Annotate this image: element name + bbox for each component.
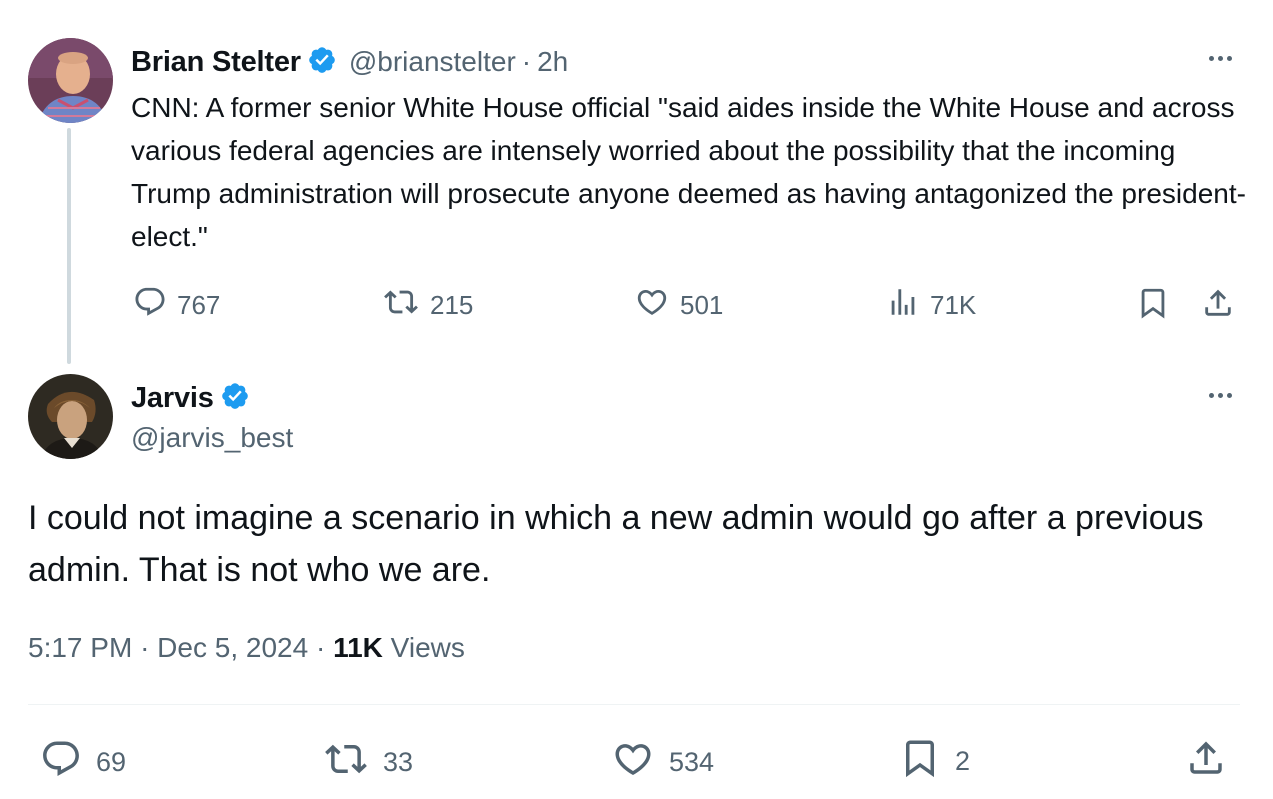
quoted-tweet-header: Brian Stelter @brianstelter · 2h: [131, 42, 568, 82]
repost-count: 33: [383, 747, 414, 777]
like-count: 534: [669, 747, 715, 777]
tweet-time[interactable]: 2h: [537, 46, 568, 78]
reply-count: 69: [96, 747, 127, 777]
like-icon: [611, 738, 655, 787]
author-handle[interactable]: @brianstelter: [349, 46, 516, 78]
reply-icon: [133, 285, 167, 326]
views-label: Views: [390, 632, 465, 663]
divider: [28, 704, 1240, 705]
avatar-jarvis[interactable]: [28, 374, 113, 459]
author-name[interactable]: Jarvis: [131, 382, 214, 415]
like-icon: [634, 285, 670, 326]
repost-icon: [323, 738, 369, 787]
repost-count: 215: [430, 290, 474, 320]
reply-button[interactable]: 69: [40, 738, 126, 787]
repost-button[interactable]: 215: [382, 285, 473, 326]
like-button[interactable]: 534: [611, 738, 714, 787]
main-tweet-header: Jarvis: [131, 378, 250, 418]
verified-badge-icon[interactable]: [220, 381, 250, 416]
views-count: 71K: [930, 290, 977, 320]
tweet-meta: 5:17 PM · Dec 5, 2024 · 11K Views: [28, 632, 465, 664]
share-icon: [1185, 736, 1227, 787]
thread-line: [67, 128, 71, 364]
dot-separator: ·: [315, 632, 326, 663]
views-icon: [886, 285, 920, 326]
dot-separator: ·: [140, 632, 150, 663]
bookmark-button[interactable]: 2: [899, 736, 970, 787]
share-icon: [1201, 285, 1235, 328]
avatar-brian-stelter[interactable]: [28, 38, 113, 123]
tweet-time[interactable]: 5:17 PM: [28, 632, 132, 663]
author-handle[interactable]: @jarvis_best: [131, 422, 293, 454]
views-count: 11K: [333, 632, 383, 663]
bookmark-count: 2: [955, 746, 971, 776]
reply-count: 767: [177, 290, 221, 320]
bookmark-button[interactable]: [1136, 285, 1170, 328]
like-button[interactable]: 501: [634, 285, 723, 326]
repost-button[interactable]: 33: [323, 738, 413, 787]
share-button[interactable]: [1185, 736, 1227, 787]
dot-separator: ·: [521, 46, 532, 77]
more-icon[interactable]: [1200, 48, 1240, 68]
quoted-tweet-text: CNN: A former senior White House officia…: [131, 92, 1246, 252]
like-count: 501: [680, 290, 724, 320]
views-button[interactable]: 71K: [886, 285, 976, 326]
tweet-date[interactable]: Dec 5, 2024: [157, 632, 308, 663]
more-icon[interactable]: [1200, 385, 1240, 405]
bookmark-icon: [899, 736, 941, 787]
reply-icon: [40, 738, 82, 787]
repost-icon: [382, 285, 420, 326]
share-button[interactable]: [1201, 285, 1235, 328]
bookmark-icon: [1136, 285, 1170, 328]
reply-button[interactable]: 767: [133, 285, 220, 326]
main-tweet-text: I could not imagine a scenario in which …: [28, 499, 1204, 589]
verified-badge-icon[interactable]: [307, 45, 337, 80]
author-name[interactable]: Brian Stelter: [131, 46, 301, 79]
